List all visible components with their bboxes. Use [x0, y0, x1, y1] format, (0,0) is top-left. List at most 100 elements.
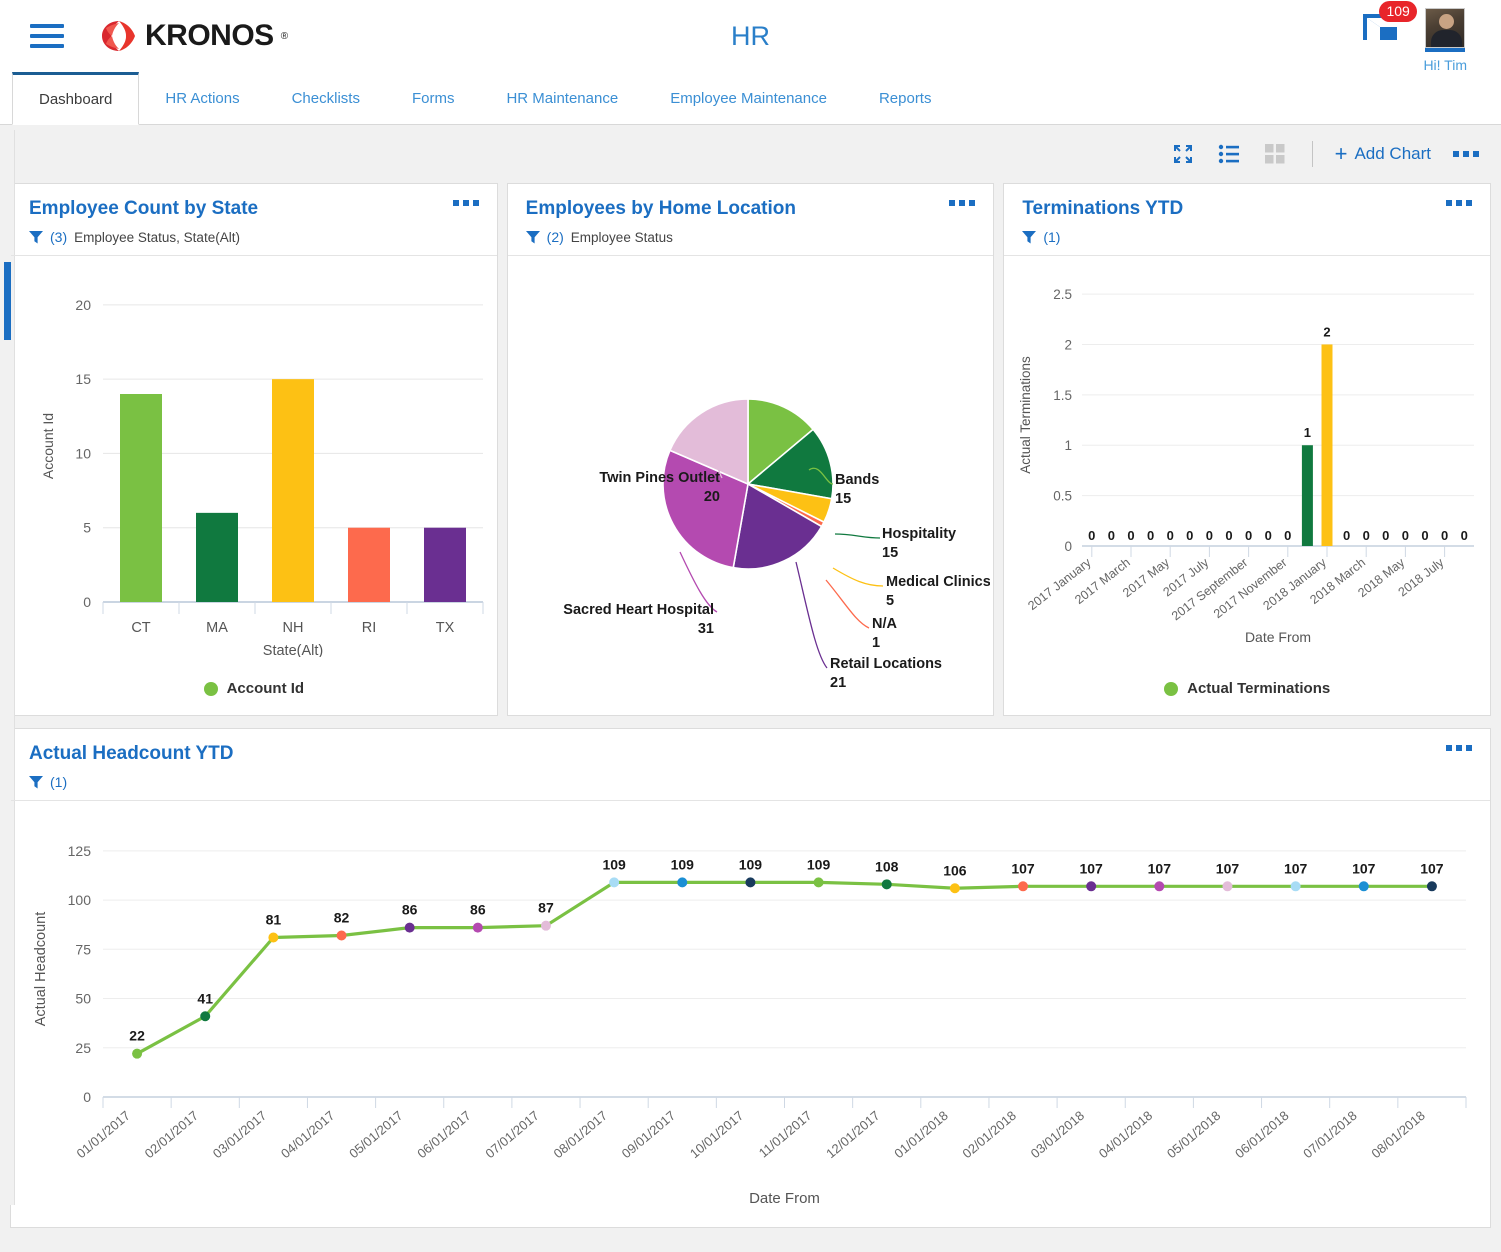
- tab-checklists[interactable]: Checklists: [266, 72, 386, 124]
- bar-value-label: 0: [1245, 528, 1252, 543]
- chart-terminations-ytd: Actual Terminations00.511.522.5000000000…: [1004, 256, 1490, 672]
- tab-hr-maintenance[interactable]: HR Maintenance: [480, 72, 644, 124]
- filter-icon[interactable]: [29, 775, 43, 789]
- data-point-label: 109: [807, 856, 831, 872]
- filter-icon[interactable]: [1022, 230, 1036, 244]
- bar[interactable]: [1302, 445, 1313, 546]
- data-point-label: 41: [197, 990, 213, 1006]
- bar-value-label: 0: [1167, 528, 1174, 543]
- data-point[interactable]: [950, 883, 960, 893]
- grid-view-icon[interactable]: [1252, 134, 1298, 174]
- bar[interactable]: [120, 394, 162, 602]
- hamburger-menu-icon[interactable]: [30, 24, 64, 48]
- data-point[interactable]: [1154, 881, 1164, 891]
- x-tick-label: 08/01/2018: [1368, 1108, 1427, 1161]
- user-profile-button[interactable]: Hi! Tim: [1423, 8, 1467, 73]
- bar-value-label: 1: [1304, 425, 1311, 440]
- data-point[interactable]: [541, 921, 551, 931]
- tab-forms[interactable]: Forms: [386, 72, 481, 124]
- x-tick-label: 06/01/2017: [414, 1108, 473, 1161]
- data-point-label: 22: [129, 1028, 145, 1044]
- messages-button[interactable]: 109: [1363, 14, 1397, 40]
- data-point[interactable]: [609, 877, 619, 887]
- pie-slice-label: Retail Locations: [830, 656, 942, 672]
- bar[interactable]: [196, 513, 238, 602]
- y-tick-label: 75: [75, 941, 91, 957]
- pie-slice-value: 5: [886, 593, 894, 609]
- chart-employees-by-home-location: Bands15Hospitality15Medical Clinics5N/A1…: [508, 256, 994, 717]
- data-point[interactable]: [1291, 881, 1301, 891]
- bar[interactable]: [1322, 344, 1333, 546]
- data-point[interactable]: [1086, 881, 1096, 891]
- data-point[interactable]: [132, 1049, 142, 1059]
- data-point[interactable]: [405, 923, 415, 933]
- bar-value-label: 0: [1187, 528, 1194, 543]
- x-tick-label: RI: [362, 620, 377, 636]
- expand-icon[interactable]: [1160, 134, 1206, 174]
- app-header: KRONOS ® HR 109 Hi! Tim: [0, 0, 1501, 72]
- plus-icon: +: [1335, 143, 1348, 165]
- list-view-icon[interactable]: [1206, 134, 1252, 174]
- tab-dashboard[interactable]: Dashboard: [12, 72, 139, 125]
- y-tick-label: 15: [75, 371, 91, 387]
- avatar-underline: [1425, 48, 1465, 52]
- header-right-actions: 109 Hi! Tim: [1363, 0, 1501, 72]
- data-point[interactable]: [1359, 881, 1369, 891]
- pie-slice-label: Hospitality: [882, 526, 956, 542]
- filter-fields: Employee Status, State(Alt): [74, 230, 240, 245]
- data-point[interactable]: [473, 923, 483, 933]
- bar[interactable]: [272, 379, 314, 602]
- x-tick-label: 07/01/2018: [1300, 1108, 1359, 1161]
- data-point[interactable]: [882, 879, 892, 889]
- x-tick-label: 10/01/2017: [687, 1108, 746, 1161]
- dashboard-toolbar: + Add Chart: [0, 125, 1501, 183]
- chart-legend: Actual Terminations: [1004, 672, 1490, 715]
- bar-value-label: 2: [1324, 324, 1331, 339]
- data-point[interactable]: [200, 1011, 210, 1021]
- bar-value-label: 0: [1383, 528, 1390, 543]
- data-point[interactable]: [1427, 881, 1437, 891]
- legend-color-swatch: [1164, 682, 1178, 696]
- more-options-icon[interactable]: [1453, 151, 1479, 157]
- data-point[interactable]: [1018, 881, 1028, 891]
- pie-slice-value: 15: [835, 491, 851, 507]
- data-point-label: 86: [402, 902, 418, 918]
- kronos-logo: KRONOS ®: [100, 19, 288, 53]
- card-menu-icon[interactable]: [453, 200, 479, 206]
- pie-slice-label: Sacred Heart Hospital: [563, 602, 714, 618]
- card-filter-summary: (2) Employee Status: [526, 229, 976, 245]
- page-scrollbar-thumb[interactable]: [4, 262, 11, 340]
- bar[interactable]: [424, 528, 466, 602]
- data-point[interactable]: [337, 931, 347, 941]
- y-tick-label: 25: [75, 1040, 91, 1056]
- pie-slice-label: Bands: [835, 472, 879, 488]
- tab-reports[interactable]: Reports: [853, 72, 958, 124]
- data-point[interactable]: [745, 877, 755, 887]
- bar[interactable]: [348, 528, 390, 602]
- data-point-label: 87: [538, 900, 554, 916]
- tab-hr-actions[interactable]: HR Actions: [139, 72, 265, 124]
- data-point[interactable]: [814, 877, 824, 887]
- y-axis-title: Account Id: [40, 413, 56, 479]
- y-tick-label: 20: [75, 297, 91, 313]
- card-menu-icon[interactable]: [1446, 200, 1472, 206]
- data-point[interactable]: [677, 877, 687, 887]
- card-menu-icon[interactable]: [949, 200, 975, 206]
- y-tick-label: 2.5: [1054, 287, 1073, 302]
- chart-actual-headcount-ytd: Actual Headcount02550751001252201/01/201…: [11, 801, 1490, 1252]
- filter-count: (2): [547, 229, 564, 245]
- data-point[interactable]: [1222, 881, 1232, 891]
- card-menu-icon[interactable]: [1446, 745, 1472, 751]
- tab-employee-maintenance[interactable]: Employee Maintenance: [644, 72, 853, 124]
- filter-icon[interactable]: [526, 230, 540, 244]
- data-point[interactable]: [268, 932, 278, 942]
- y-tick-label: 2: [1065, 337, 1073, 352]
- legend-color-swatch: [204, 682, 218, 696]
- y-tick-label: 100: [68, 892, 92, 908]
- x-axis-title: Date From: [749, 1190, 820, 1207]
- filter-count: (3): [50, 229, 67, 245]
- filter-icon[interactable]: [29, 230, 43, 244]
- card-filter-summary: (1): [1022, 229, 1472, 245]
- filter-count: (1): [1043, 229, 1060, 245]
- add-chart-button[interactable]: + Add Chart: [1335, 143, 1453, 165]
